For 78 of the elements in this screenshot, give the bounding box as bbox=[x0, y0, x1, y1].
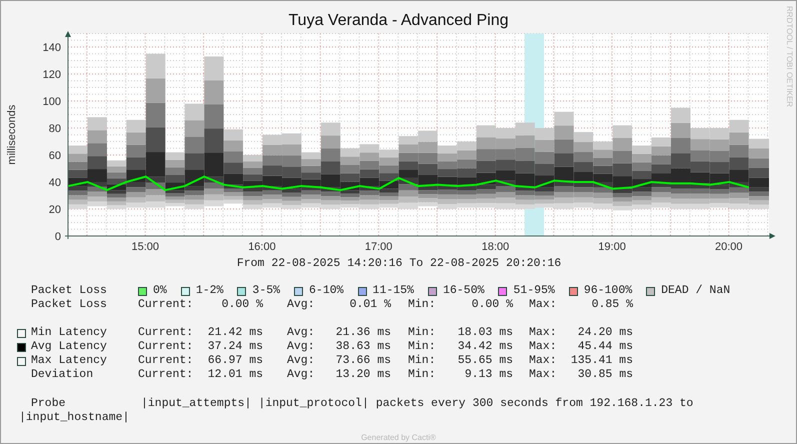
stat-key: Avg: bbox=[287, 340, 315, 354]
stat-value: 45.44 ms bbox=[578, 340, 633, 354]
stat-key: Max: bbox=[529, 368, 557, 382]
axis-label: 18:00 bbox=[482, 241, 510, 253]
stat-value: 13.20 ms bbox=[336, 368, 391, 382]
stat-value: 135.41 ms bbox=[570, 354, 633, 368]
stat-key: Max: bbox=[529, 326, 557, 340]
stat-key: Max: bbox=[529, 298, 557, 312]
stat-value: 24.20 ms bbox=[578, 326, 633, 340]
stat-label: Min Latency bbox=[31, 326, 108, 340]
stat-key: Avg: bbox=[287, 368, 315, 382]
legend-label: 6-10% bbox=[309, 284, 344, 298]
axis-label: 60 bbox=[48, 150, 61, 162]
stat-key: Min: bbox=[408, 354, 436, 368]
axis-label: 100 bbox=[42, 96, 61, 108]
stat-label: Avg Latency bbox=[31, 340, 108, 354]
stat-value: 66.97 ms bbox=[208, 354, 263, 368]
stat-key: Current: bbox=[138, 298, 194, 312]
legend-label: 51-95% bbox=[513, 284, 555, 298]
stat-value: 55.65 ms bbox=[458, 354, 513, 368]
time-range: From 22-08-2025 14:20:16 To 22-08-2025 20:20:16 bbox=[236, 257, 562, 271]
stat-value: 37.24 ms bbox=[208, 340, 263, 354]
axis-label: 140 bbox=[42, 42, 61, 54]
footer-text: Generated by Cacti® bbox=[361, 433, 436, 443]
stat-value: 0.00 % bbox=[472, 298, 513, 312]
legend-label: 3-5% bbox=[252, 284, 280, 298]
legend-label: 11-15% bbox=[372, 284, 414, 298]
probe-text: |input_hostname| bbox=[19, 411, 130, 425]
legend-label: 16-50% bbox=[442, 284, 484, 298]
stat-value: 0.85 % bbox=[592, 298, 633, 312]
stat-key: Current: bbox=[138, 354, 194, 368]
axis-label: 15:00 bbox=[132, 241, 160, 253]
stat-label: Deviation bbox=[31, 368, 94, 382]
stat-value: 0.00 % bbox=[222, 298, 263, 312]
stat-value: 38.63 ms bbox=[336, 340, 391, 354]
stat-key: Max: bbox=[529, 354, 557, 368]
stat-value: 21.36 ms bbox=[336, 326, 391, 340]
stat-value: 0.01 % bbox=[350, 298, 391, 312]
stat-key: Max: bbox=[529, 340, 557, 354]
axis-label: 120 bbox=[42, 69, 61, 81]
stat-label: Max Latency bbox=[31, 354, 108, 368]
probe-text: |input_protocol| bbox=[258, 397, 369, 411]
legend-label: 0% bbox=[153, 284, 167, 298]
stat-key: Min: bbox=[408, 340, 436, 354]
stat-key: Current: bbox=[138, 326, 194, 340]
stat-value: 18.03 ms bbox=[458, 326, 513, 340]
stat-value: 30.85 ms bbox=[578, 368, 633, 382]
probe-text: packets every 300 seconds from 192.168.1.23 to bbox=[376, 397, 694, 411]
axis-label: 16:00 bbox=[248, 241, 276, 253]
probe-label: Probe bbox=[31, 397, 67, 411]
legend-label: 1-2% bbox=[196, 284, 224, 298]
stat-key: Current: bbox=[138, 368, 194, 382]
stat-key: Min: bbox=[408, 368, 436, 382]
stat-value: 73.66 ms bbox=[336, 354, 391, 368]
axis-label: 0 bbox=[54, 231, 61, 243]
legend-label: Packet Loss bbox=[31, 284, 108, 298]
stat-key: Avg: bbox=[287, 298, 315, 312]
axis-label: 40 bbox=[48, 177, 61, 189]
axis-label: 17:00 bbox=[364, 241, 392, 253]
stat-key: Avg: bbox=[287, 354, 315, 368]
legend-label: 96-100% bbox=[584, 284, 632, 298]
stat-value: 9.13 ms bbox=[464, 368, 513, 382]
graph-title: Tuya Veranda - Advanced Ping bbox=[288, 11, 508, 31]
stat-label: Packet Loss bbox=[31, 298, 108, 312]
stat-key: Avg: bbox=[287, 326, 315, 340]
stat-value: 21.42 ms bbox=[208, 326, 263, 340]
axis-label: 20 bbox=[48, 204, 61, 216]
stat-value: 12.01 ms bbox=[208, 368, 263, 382]
axis-label: 80 bbox=[48, 123, 61, 135]
stat-key: Min: bbox=[408, 298, 436, 312]
stat-key: Min: bbox=[408, 326, 436, 340]
axis-title: milliseconds bbox=[6, 104, 18, 165]
axis-label: 19:00 bbox=[598, 241, 626, 253]
axis-label: 20:00 bbox=[715, 241, 743, 253]
stat-value: 34.42 ms bbox=[458, 340, 513, 354]
legend-label: DEAD / NaN bbox=[661, 284, 730, 298]
stat-key: Current: bbox=[138, 340, 194, 354]
probe-text: |input_attempts| bbox=[141, 397, 252, 411]
